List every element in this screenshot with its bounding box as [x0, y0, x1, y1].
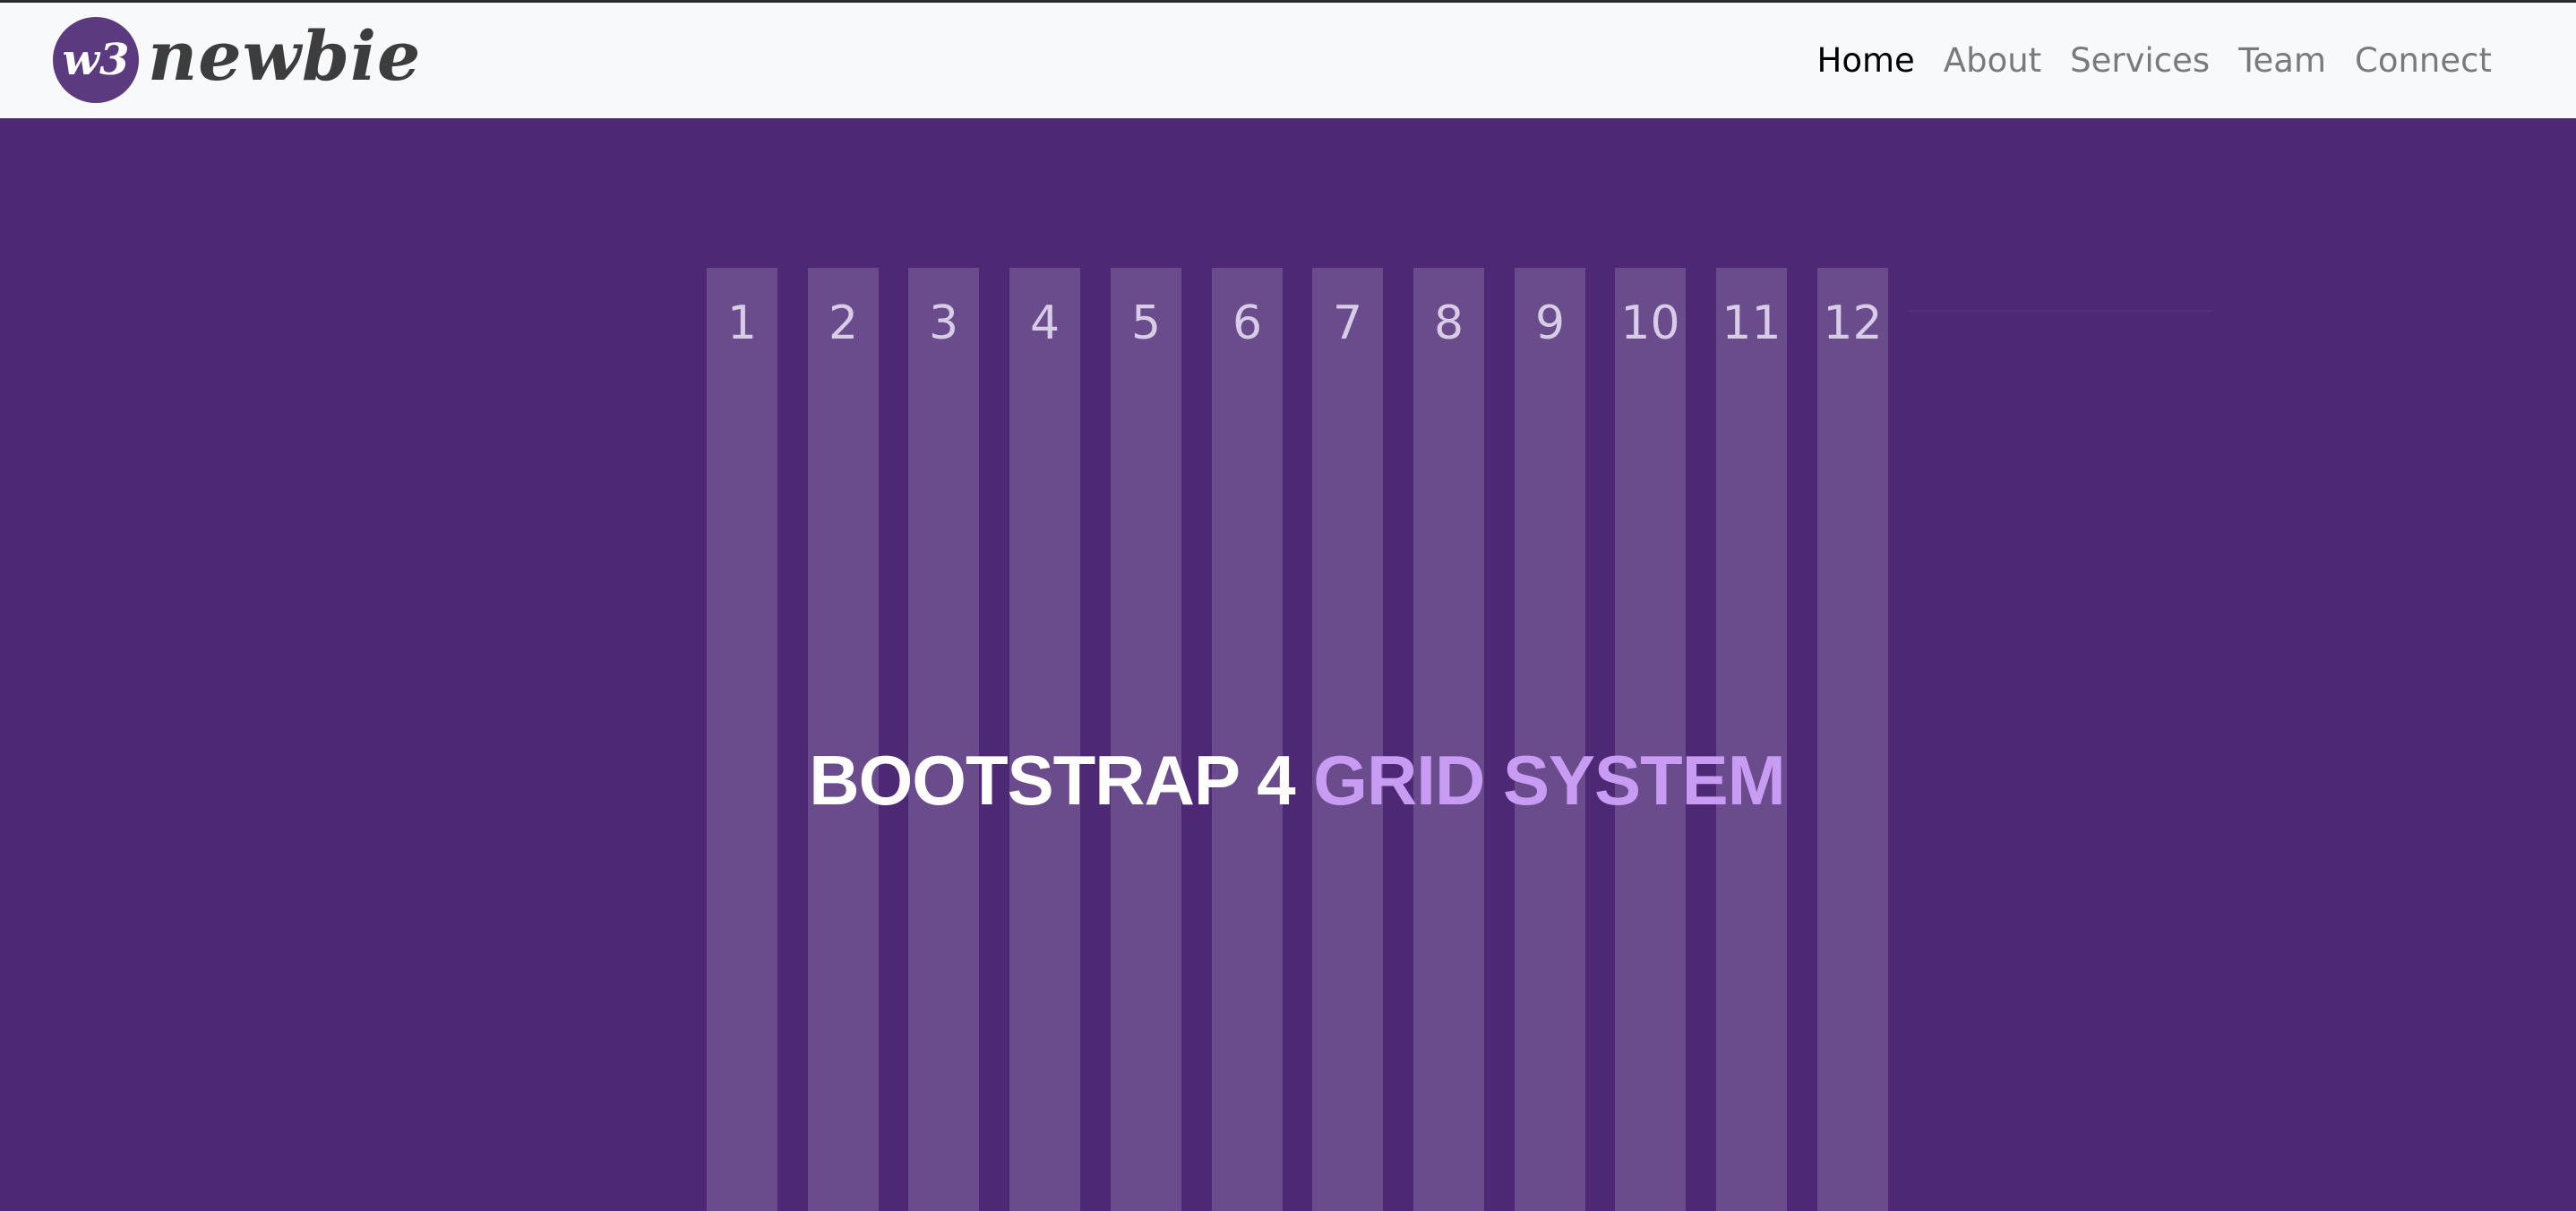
- grid-column-3: 3: [908, 268, 979, 1211]
- hero-title-part2: GRID SYSTEM: [1313, 741, 1785, 820]
- hero-title: BOOTSTRAP 4 GRID SYSTEM: [0, 745, 2576, 815]
- grid-column-number: 3: [928, 296, 959, 350]
- brand-name: newbie: [148, 16, 422, 96]
- hero-banner: 1 2 3 4 5 6 7 8 9 10 11 12 BOOTSTRAP 4 GRID SYSTEM: [0, 118, 2576, 1211]
- grid-column-number: 10: [1620, 296, 1680, 350]
- decorative-line: [1908, 310, 2212, 312]
- grid-column-11: 11: [1716, 268, 1787, 1211]
- grid-column-12: 12: [1817, 268, 1888, 1211]
- nav-links: Home About Services Team Connect: [1803, 3, 2507, 118]
- navbar: w3 newbie Home About Services Team Connect: [0, 3, 2576, 118]
- nav-link-services[interactable]: Services: [2056, 44, 2224, 77]
- nav-link-home[interactable]: Home: [1803, 44, 1929, 77]
- grid-column-number: 8: [1433, 296, 1464, 350]
- grid-column-6: 6: [1212, 268, 1283, 1211]
- grid-column-number: 2: [828, 296, 859, 350]
- grid-column-number: 4: [1029, 296, 1060, 350]
- nav-link-about[interactable]: About: [1929, 44, 2056, 77]
- grid-column-4: 4: [1009, 268, 1080, 1211]
- grid-column-number: 9: [1534, 296, 1566, 350]
- grid-column-number: 12: [1823, 296, 1883, 350]
- grid-column-10: 10: [1615, 268, 1686, 1211]
- w3-logo-icon: w3: [53, 17, 139, 103]
- grid-column-number: 11: [1722, 296, 1782, 350]
- grid-column-number: 1: [726, 296, 758, 350]
- grid-column-9: 9: [1515, 268, 1585, 1211]
- logo-text: w3: [63, 35, 130, 85]
- grid-column-7: 7: [1312, 268, 1383, 1211]
- grid-column-number: 7: [1332, 296, 1363, 350]
- nav-link-team[interactable]: Team: [2224, 44, 2340, 77]
- nav-link-connect[interactable]: Connect: [2340, 44, 2506, 77]
- grid-column-number: 5: [1130, 296, 1162, 350]
- hero-title-part1: BOOTSTRAP 4: [809, 741, 1295, 820]
- grid-column-number: 6: [1232, 296, 1263, 350]
- grid-column-1: 1: [707, 268, 777, 1211]
- grid-column-2: 2: [808, 268, 879, 1211]
- brand-logo-link[interactable]: w3 newbie: [51, 15, 421, 105]
- grid-column-5: 5: [1111, 268, 1181, 1211]
- grid-column-8: 8: [1413, 268, 1484, 1211]
